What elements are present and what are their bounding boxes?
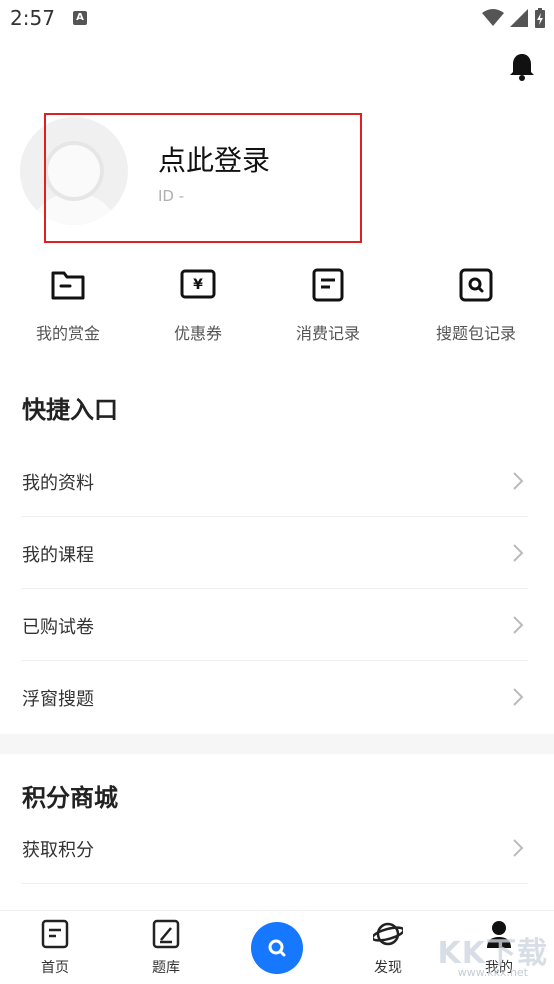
folder-icon — [51, 271, 85, 300]
chevron-right-icon — [513, 688, 524, 706]
quick-action-search-pack[interactable]: 搜题包记录 — [416, 268, 536, 344]
section-title-points-mall: 积分商城 — [22, 778, 118, 813]
tab-question-bank[interactable]: 题库 — [126, 919, 206, 977]
yen-coupon-icon: ¥ — [180, 269, 216, 299]
menu-item-earn-points[interactable]: 获取积分 — [22, 812, 528, 884]
quick-action-label: 优惠券 — [173, 324, 222, 343]
quick-action-coupon[interactable]: ¥ 优惠券 — [138, 268, 258, 344]
document-icon — [312, 268, 344, 302]
menu-item-purchased-papers[interactable]: 已购试卷 — [22, 589, 528, 661]
menu-item-label: 获取积分 — [22, 840, 94, 861]
menu-item-my-profile[interactable]: 我的资料 — [22, 445, 528, 517]
tab-label: 题库 — [152, 960, 180, 976]
menu-item-label: 我的资料 — [22, 473, 94, 494]
status-bar: 2:57 A — [0, 0, 554, 40]
user-id: ID - — [158, 187, 185, 205]
quick-action-label: 搜题包记录 — [435, 324, 516, 343]
menu-item-label: 已购试卷 — [22, 617, 94, 638]
bell-icon[interactable] — [508, 52, 536, 82]
section-title-text: 快捷入口 — [22, 396, 118, 424]
menu-item-my-courses[interactable]: 我的课程 — [22, 517, 528, 589]
quick-action-bounty[interactable]: 我的赏金 — [8, 268, 128, 344]
home-doc-icon — [41, 919, 69, 949]
tab-label: 首页 — [41, 960, 69, 976]
search-icon — [268, 939, 286, 957]
login-link[interactable]: 点此登录 — [158, 139, 270, 179]
menu-item-label: 浮窗搜题 — [22, 689, 94, 710]
section-divider — [0, 734, 554, 754]
tab-discover[interactable]: 发现 — [348, 919, 428, 977]
chevron-right-icon — [513, 544, 524, 562]
svg-text:¥: ¥ — [193, 277, 203, 293]
search-button[interactable] — [251, 922, 303, 974]
search-box-icon — [459, 268, 493, 302]
menu-item-floating-search[interactable]: 浮窗搜题 — [22, 661, 528, 733]
menu-item-label: 我的课程 — [22, 545, 94, 566]
chevron-right-icon — [513, 839, 524, 857]
quick-action-spend-record[interactable]: 消费记录 — [268, 268, 388, 344]
status-time: 2:57 — [10, 6, 55, 30]
profile-header[interactable]: 点此登录 ID - — [20, 113, 540, 247]
quick-action-label: 消费记录 — [295, 324, 360, 343]
chevron-right-icon — [513, 616, 524, 634]
battery-icon — [535, 8, 545, 28]
chevron-right-icon — [513, 472, 524, 490]
quick-action-label: 我的赏金 — [35, 324, 100, 343]
status-icons — [482, 8, 546, 28]
edit-box-icon — [152, 919, 180, 949]
quick-actions: 我的赏金 ¥ 优惠券 消费记录 搜题包记录 — [0, 268, 554, 358]
section-title-shortcuts: 快捷入口 — [22, 390, 118, 425]
notification-icon: A — [73, 11, 87, 25]
watermark-url: www.kkx.net — [457, 966, 528, 979]
tab-label: 发现 — [374, 960, 402, 976]
section-title-text: 积分商城 — [22, 784, 118, 812]
signal-icon — [510, 9, 528, 27]
tab-home[interactable]: 首页 — [15, 919, 95, 977]
planet-icon — [371, 922, 405, 946]
wifi-icon — [482, 9, 504, 26]
